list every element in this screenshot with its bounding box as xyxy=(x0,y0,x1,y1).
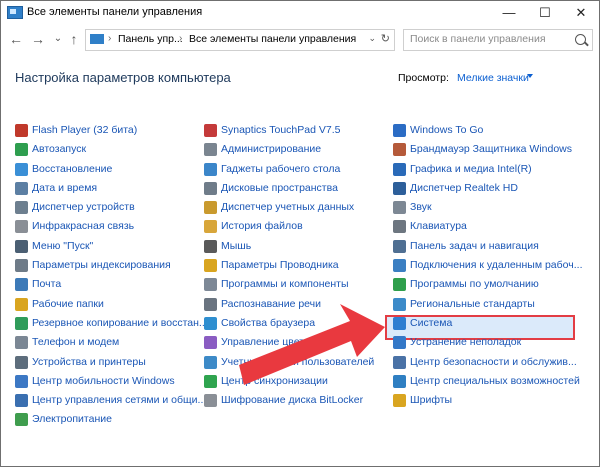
annotation-arrow xyxy=(239,304,385,385)
arrow-shape xyxy=(239,304,385,385)
control-panel-window: Все элементы панели управления — ☐ ✕ ← →… xyxy=(0,0,600,467)
